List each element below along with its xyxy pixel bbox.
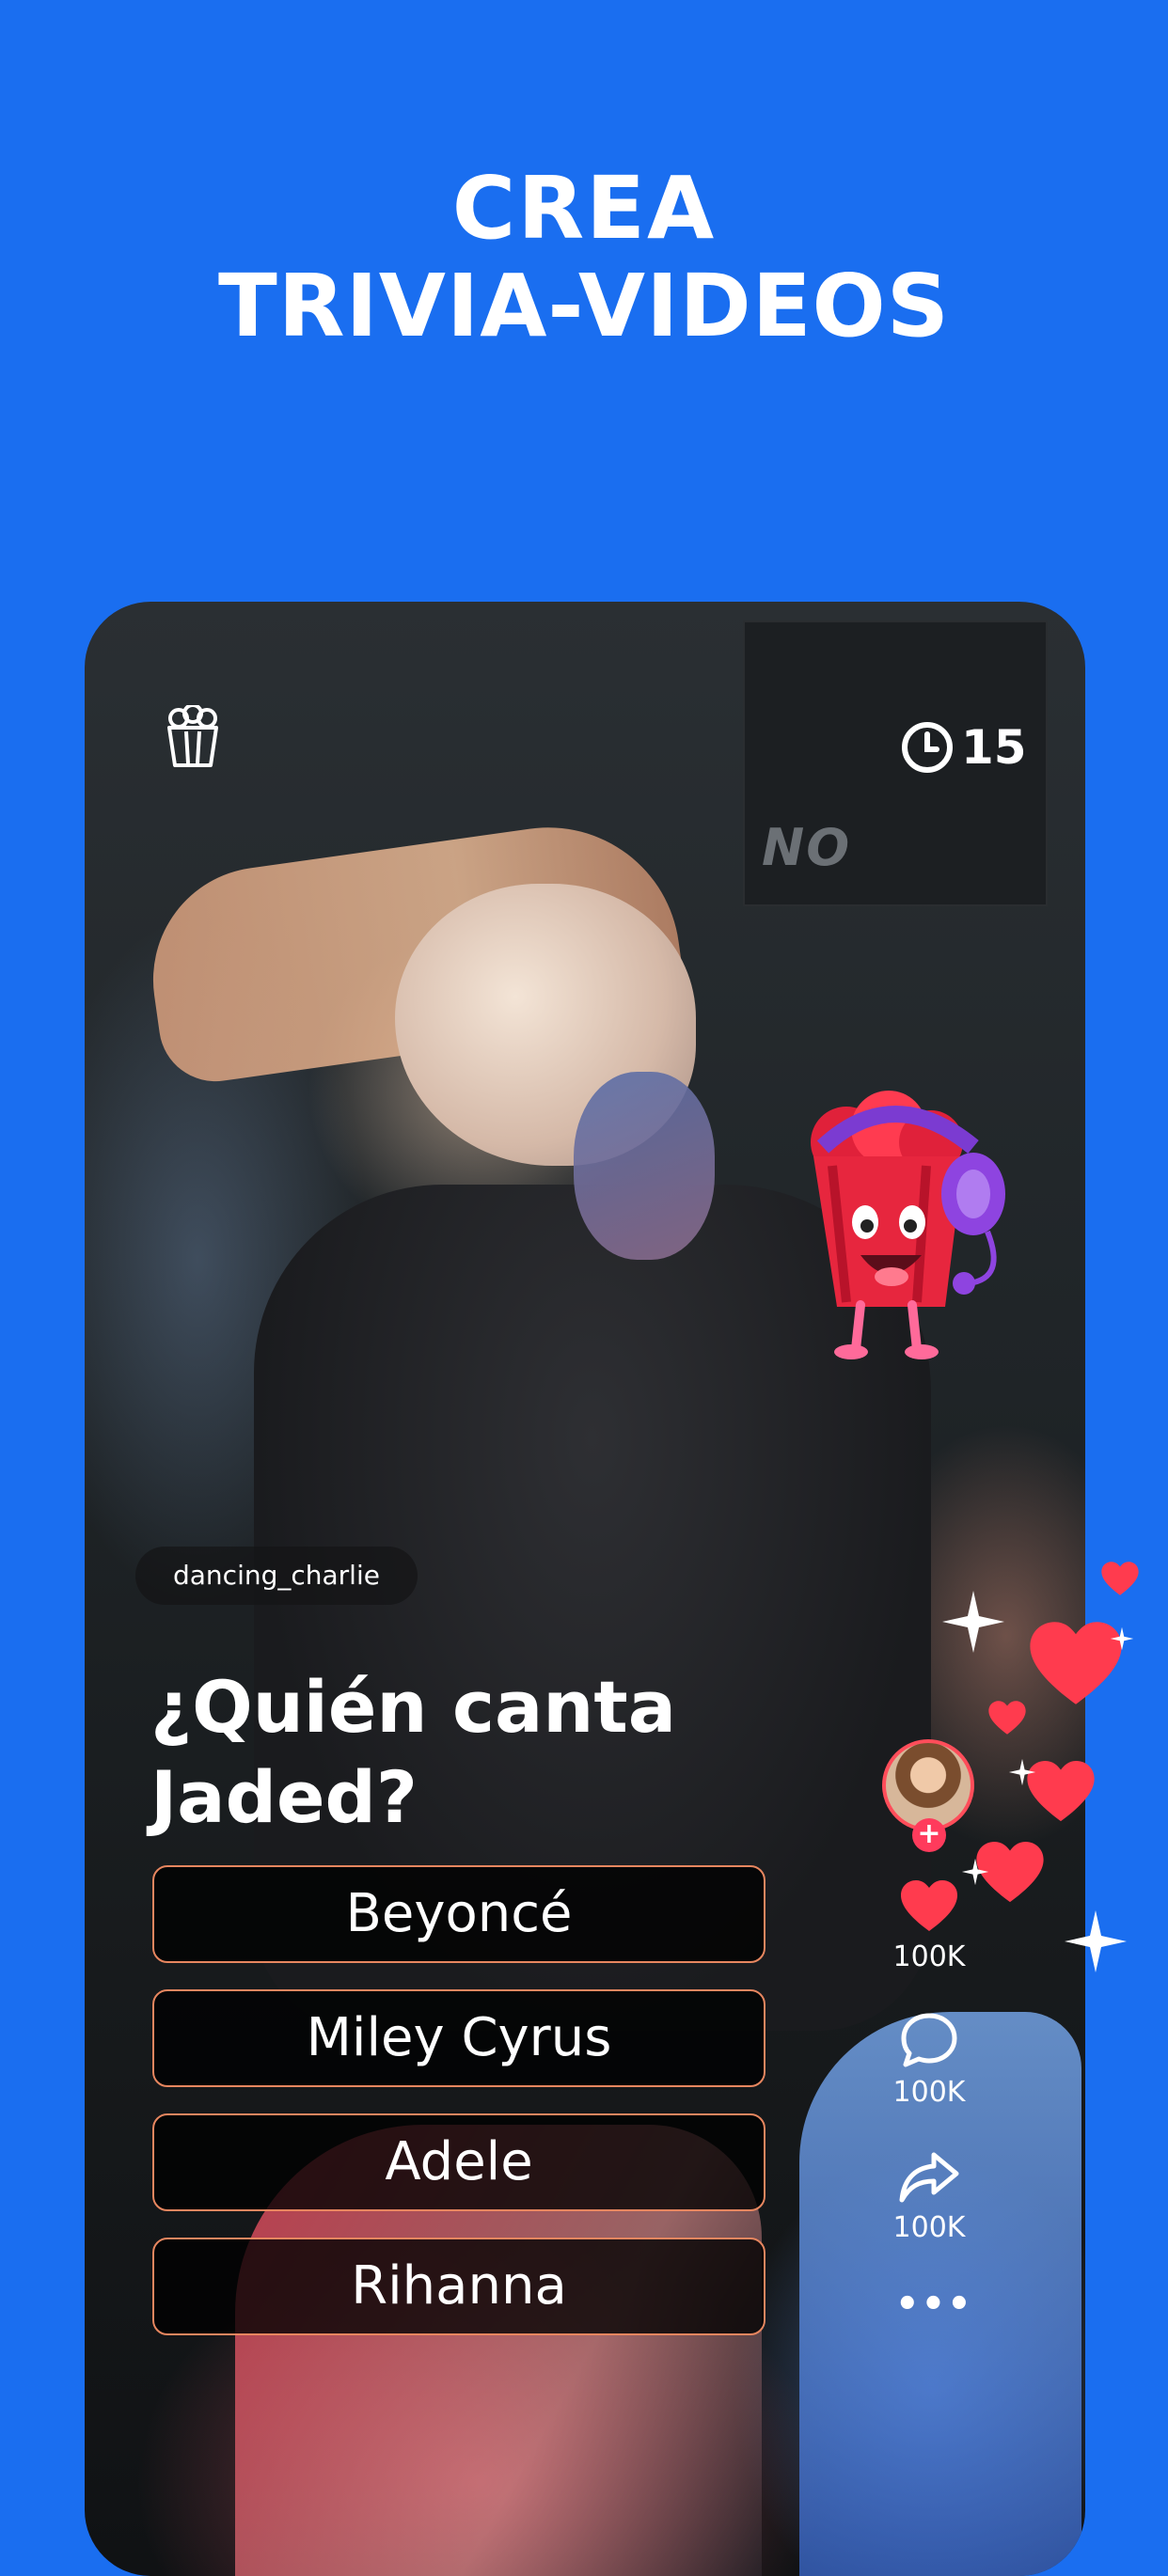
timer-value: 15 [961, 720, 1027, 775]
answer-option-2[interactable]: Miley Cyrus [152, 1989, 766, 2087]
share-button[interactable]: 100K [875, 2151, 984, 2244]
sparkle-icon [1110, 1626, 1134, 1651]
answer-option-1[interactable]: Beyoncé [152, 1865, 766, 1963]
like-button[interactable]: 100K [875, 1878, 984, 1973]
sparkle-icon [1065, 1910, 1127, 1972]
answer-option-4[interactable]: Rihanna [152, 2238, 766, 2335]
comment-icon [901, 2013, 957, 2067]
comment-count: 100K [892, 2076, 966, 2109]
clock-icon [902, 722, 953, 773]
more-icon[interactable]: ••• [895, 2283, 971, 2326]
promo-headline: CREA TRIVIA-VIDEOS [0, 160, 1168, 355]
floating-heart-icon [1101, 1562, 1139, 1595]
popcorn-mascot-sticker [811, 1091, 1005, 1359]
share-count: 100K [892, 2211, 966, 2244]
heart-icon [901, 1880, 957, 1931]
creator-username[interactable]: dancing_charlie [135, 1547, 418, 1605]
video-person-face [574, 1072, 715, 1260]
phone-screen: NO 15 dancing_charlie ¿Quién canta Jaded… [85, 602, 1085, 2576]
comment-button[interactable]: 100K [875, 2012, 984, 2109]
answer-option-3[interactable]: Adele [152, 2113, 766, 2211]
sparkle-icon [1008, 1758, 1036, 1786]
headline-line-2: TRIVIA-VIDEOS [217, 256, 951, 356]
popcorn-icon[interactable] [166, 705, 220, 769]
floating-heart-icon [988, 1701, 1026, 1735]
headline-line-1: CREA [451, 158, 717, 259]
like-count: 100K [892, 1940, 966, 1973]
countdown-timer: 15 [901, 720, 1027, 775]
sparkle-icon [961, 1858, 989, 1886]
background-poster-text: NO [762, 818, 852, 877]
sparkle-icon [942, 1591, 1004, 1653]
follow-plus-icon[interactable]: + [912, 1818, 946, 1852]
share-icon [899, 2152, 959, 2203]
trivia-question: ¿Quién canta Jaded? [150, 1665, 677, 1839]
answer-list: Beyoncé Miley Cyrus Adele Rihanna [152, 1865, 766, 2362]
